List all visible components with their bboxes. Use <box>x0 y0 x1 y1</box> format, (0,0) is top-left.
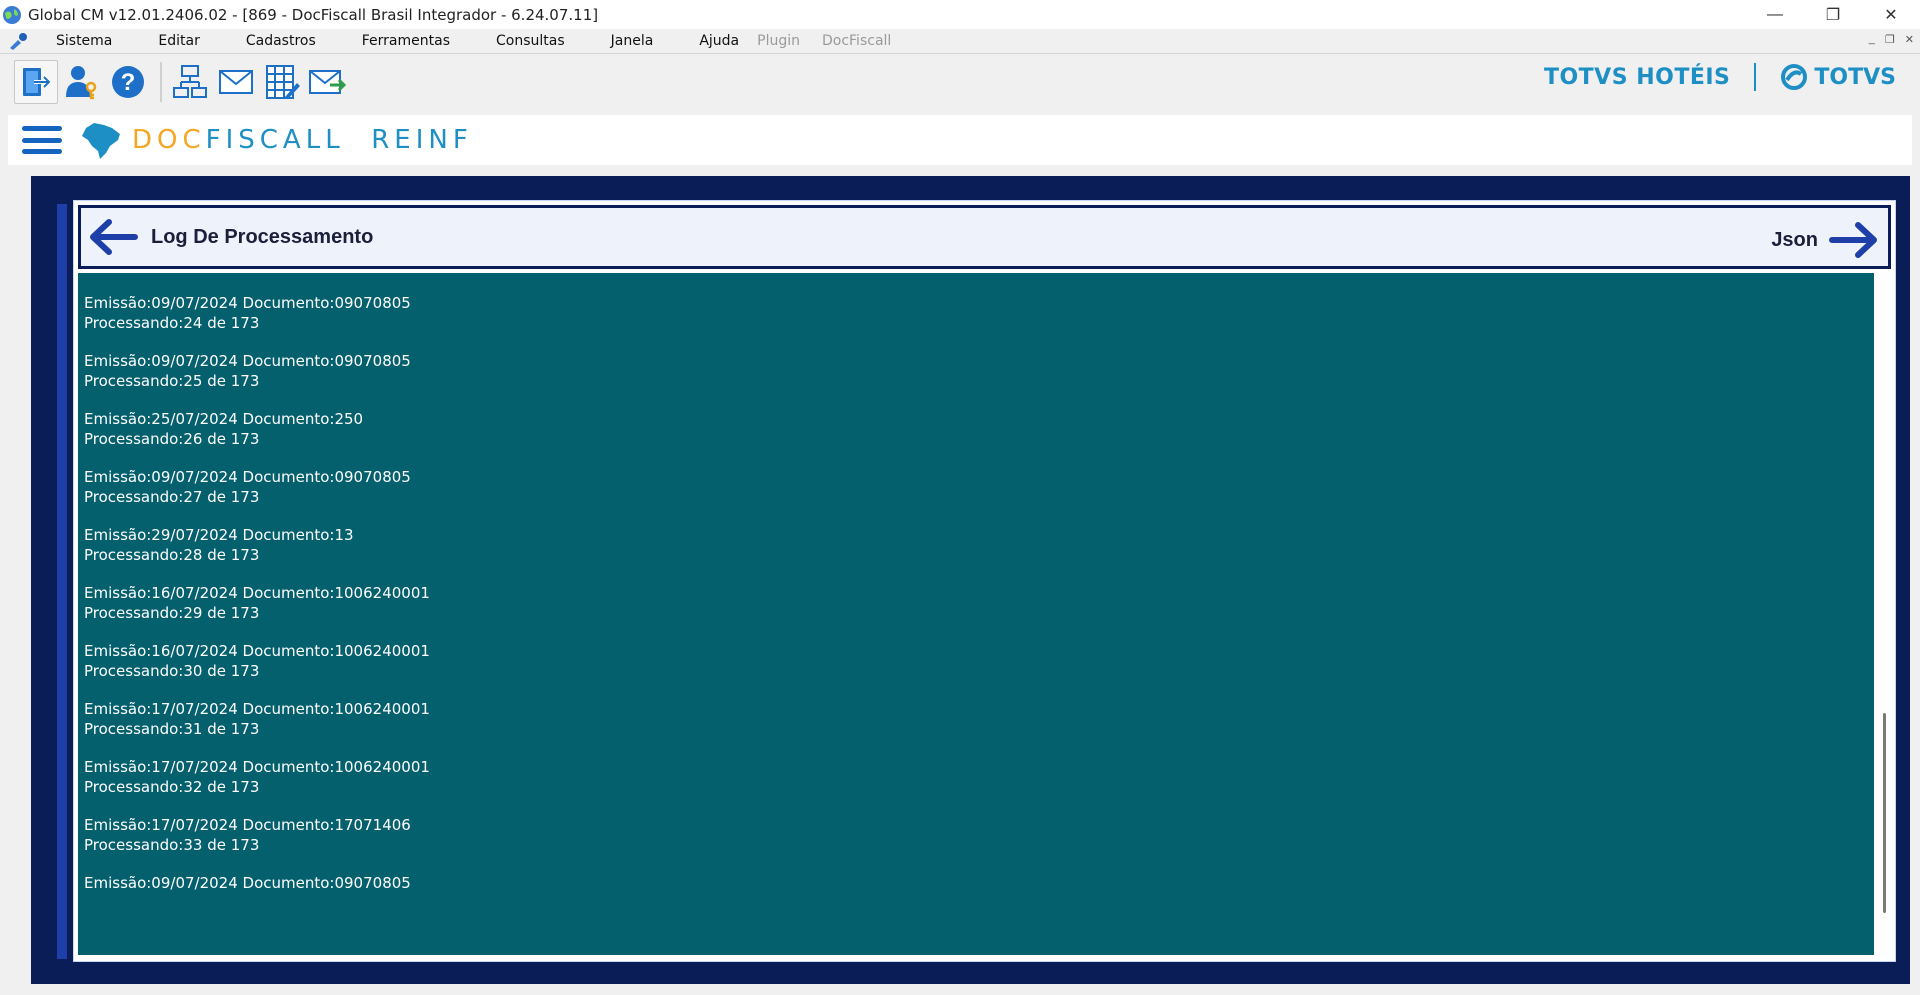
minimize-button[interactable]: — <box>1746 0 1804 29</box>
log-progress-line: Processando:32 de 173 <box>84 778 260 796</box>
user-key-button[interactable] <box>60 60 104 104</box>
log-entry: Emissão:29/07/2024 Documento:13 Processan… <box>84 525 1874 565</box>
menu-bar: Sistema Editar Cadastros Ferramentas Con… <box>0 29 1920 54</box>
log-entry: Emissão:09/07/2024 Documento:09070805 Pro… <box>84 467 1874 507</box>
log-entry: Emissão:17/07/2024 Documento:1006240001 P… <box>84 699 1874 739</box>
log-output[interactable]: Emissão:09/07/2024 Documento:09070805 Pro… <box>78 273 1874 955</box>
mdi-close-button[interactable]: ✕ <box>1905 33 1914 46</box>
menu-editar[interactable]: Editar <box>158 33 199 49</box>
hamburger-menu-icon[interactable] <box>20 123 64 157</box>
left-accent-bar <box>57 204 67 959</box>
log-emission-line: Emissão:16/07/2024 Documento:1006240001 <box>84 642 430 660</box>
log-progress-line: Processando:28 de 173 <box>84 546 260 564</box>
log-progress-line: Processando:26 de 173 <box>84 430 260 448</box>
user-key-icon <box>66 66 97 100</box>
send-mail-icon <box>309 70 347 94</box>
log-emission-line: Emissão:09/07/2024 Documento:09070805 <box>84 294 411 312</box>
menu-janela[interactable]: Janela <box>611 33 654 49</box>
mdi-minimize-button[interactable]: _ <box>1869 33 1875 46</box>
log-progress-line: Processando:30 de 173 <box>84 662 260 680</box>
json-label[interactable]: Json <box>1771 229 1818 252</box>
log-scrollbar-thumb[interactable] <box>1883 713 1886 913</box>
app-title: DOCFISCALL REINF <box>132 125 473 155</box>
menu-plugin: Plugin <box>757 33 800 49</box>
log-entry: Emissão:17/07/2024 Documento:1006240001 P… <box>84 757 1874 797</box>
brazil-map-icon <box>82 123 120 159</box>
svg-text:?: ? <box>121 69 136 96</box>
menu-ferramentas[interactable]: Ferramentas <box>362 33 450 49</box>
log-progress-line: Processando:25 de 173 <box>84 372 260 390</box>
menu-cadastros[interactable]: Cadastros <box>246 33 316 49</box>
log-scrollbar[interactable] <box>1878 273 1892 955</box>
title-bar: Global CM v12.01.2406.02 - [869 - DocFis… <box>0 0 1920 29</box>
log-entry: Emissão:17/07/2024 Documento:17071406 Pro… <box>84 815 1874 855</box>
network-button[interactable] <box>168 60 212 104</box>
mail-icon <box>219 70 253 94</box>
panel-header: Log De Processamento Json <box>78 205 1891 269</box>
log-progress-line: Processando:33 de 173 <box>84 836 260 854</box>
menu-ajuda[interactable]: Ajuda <box>699 33 739 49</box>
totvs-logo-text: TOTVS <box>1814 64 1896 90</box>
calculator-icon <box>266 65 300 99</box>
send-mail-button[interactable] <box>306 60 350 104</box>
log-emission-line: Emissão:09/07/2024 Documento:09070805 <box>84 874 411 892</box>
log-emission-line: Emissão:25/07/2024 Documento:250 <box>84 410 364 428</box>
mail-button[interactable] <box>214 60 258 104</box>
window-title: Global CM v12.01.2406.02 - [869 - DocFis… <box>28 5 599 24</box>
toolbar: ? TOTVS HOTÉIS TOTVS <box>0 55 1920 109</box>
log-progress-line: Processando:27 de 173 <box>84 488 260 506</box>
brand-divider <box>1754 63 1757 91</box>
back-arrow-icon[interactable] <box>85 215 139 259</box>
help-button[interactable]: ? <box>106 60 150 104</box>
menu-sistema[interactable]: Sistema <box>56 33 112 49</box>
app-header: DOCFISCALL REINF <box>8 115 1912 165</box>
log-progress-line: Processando:24 de 173 <box>84 314 260 332</box>
log-entry: Emissão:09/07/2024 Documento:09070805 Pro… <box>84 351 1874 391</box>
log-emission-line: Emissão:09/07/2024 Documento:09070805 <box>84 468 411 486</box>
log-progress-line: Processando:31 de 173 <box>84 720 260 738</box>
mdi-restore-button[interactable]: ❐ <box>1885 33 1895 46</box>
exit-button[interactable] <box>14 60 58 104</box>
menu-docfiscall: DocFiscall <box>821 33 892 49</box>
log-entry: Emissão:16/07/2024 Documento:1006240001 P… <box>84 641 1874 681</box>
app-title-accent: DOC <box>132 125 206 155</box>
log-emission-line: Emissão:09/07/2024 Documento:09070805 <box>84 352 411 370</box>
log-emission-line: Emissão:16/07/2024 Documento:1006240001 <box>84 584 430 602</box>
network-icon <box>173 65 207 98</box>
log-emission-line: Emissão:17/07/2024 Documento:17071406 <box>84 816 411 834</box>
app-menu-icon[interactable] <box>8 31 30 51</box>
calculator-button[interactable] <box>260 60 304 104</box>
log-entry: Emissão:25/07/2024 Documento:250 Processa… <box>84 409 1874 449</box>
log-entry: Emissão:09/07/2024 Documento:09070805 <box>84 873 1874 893</box>
log-emission-line: Emissão:17/07/2024 Documento:1006240001 <box>84 700 430 718</box>
log-progress-line: Processando:29 de 173 <box>84 604 260 622</box>
help-icon: ? <box>112 66 144 98</box>
close-button[interactable]: ✕ <box>1862 0 1920 29</box>
log-panel: Log De Processamento Json Emissão:09/07/… <box>73 200 1896 962</box>
log-emission-line: Emissão:29/07/2024 Documento:13 <box>84 526 354 544</box>
main-frame: Log De Processamento Json Emissão:09/07/… <box>31 176 1910 984</box>
totvs-hoteis-logo: TOTVS HOTÉIS <box>1543 64 1731 90</box>
log-entry: Emissão:09/07/2024 Documento:09070805 Pro… <box>84 293 1874 333</box>
app-title-rest: FISCALL REINF <box>205 125 473 155</box>
forward-arrow-icon[interactable] <box>1828 218 1882 262</box>
totvs-logo: TOTVS <box>1780 63 1896 91</box>
restore-button[interactable]: ❐ <box>1804 0 1862 29</box>
toolbar-separator <box>160 62 162 102</box>
globe-icon <box>3 5 21 24</box>
totvs-logo-icon <box>1781 64 1808 90</box>
panel-title: Log De Processamento <box>151 225 374 248</box>
menu-consultas[interactable]: Consultas <box>496 33 565 49</box>
exit-icon <box>23 68 52 96</box>
log-emission-line: Emissão:17/07/2024 Documento:1006240001 <box>84 758 430 776</box>
log-entry: Emissão:16/07/2024 Documento:1006240001 P… <box>84 583 1874 623</box>
